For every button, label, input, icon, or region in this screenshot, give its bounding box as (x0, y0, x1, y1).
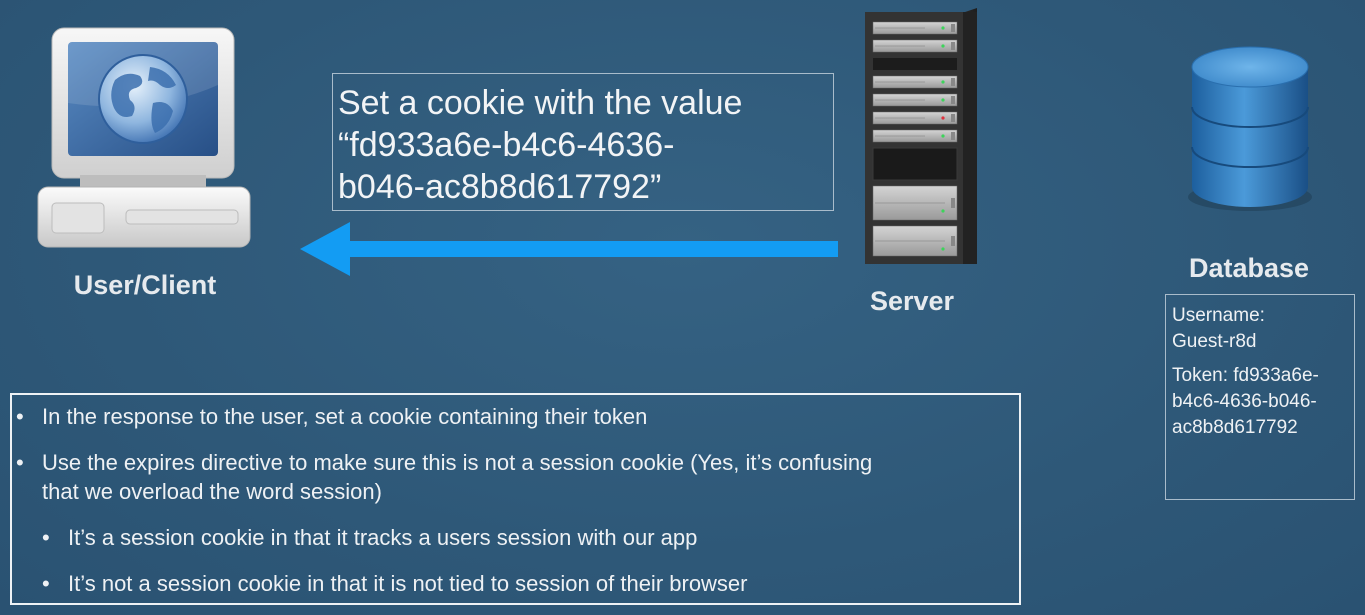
bullet-1-line-1: In the response to the user, set a cooki… (42, 404, 648, 429)
bullet-3-line-1: It’s a session cookie in that it tracks … (68, 525, 698, 550)
bullet-dot: • (42, 525, 50, 550)
bullet-dot: • (16, 450, 24, 475)
arrow-left-icon (300, 222, 840, 276)
client-label: User/Client (73, 270, 217, 300)
database-record-box: Username: Guest-r8d Token: fd933a6e- b4c… (1165, 294, 1355, 500)
username-value: Guest-r8d (1172, 331, 1257, 352)
token-line-2: b4c6-4636-b046- (1172, 391, 1317, 412)
bullet-item-1: • In the response to the user, set a coo… (16, 402, 648, 431)
bullet-item-3: • It’s a session cookie in that it track… (42, 523, 698, 552)
cookie-message-box: Set a cookie with the value “fd933a6e-b4… (332, 73, 834, 211)
server-rack-icon (865, 8, 980, 268)
bullet-dot: • (42, 571, 50, 596)
bullet-item-2: • Use the expires directive to make sure… (16, 448, 873, 506)
token-line-1: Token: fd933a6e- (1172, 365, 1319, 386)
database-label: Database (1188, 253, 1310, 283)
username-label: Username: (1172, 305, 1265, 326)
bullet-item-4: • It’s not a session cookie in that it i… (42, 569, 748, 598)
bullet-dot: • (16, 404, 24, 429)
bullet-2-line-2: that we overload the word session) (42, 479, 382, 504)
message-line-1: Set a cookie with the value (338, 84, 743, 122)
bullet-2-line-1: Use the expires directive to make sure t… (42, 450, 873, 475)
database-icon (1183, 45, 1318, 215)
token-line-3: ac8b8d617792 (1172, 417, 1298, 438)
client-computer-icon (30, 25, 260, 255)
message-line-2: “fd933a6e-b4c6-4636- (338, 126, 675, 164)
server-label: Server (869, 286, 955, 316)
bullet-4-line-1: It’s not a session cookie in that it is … (68, 571, 748, 596)
message-line-3: b046-ac8b8d617792” (338, 168, 662, 206)
